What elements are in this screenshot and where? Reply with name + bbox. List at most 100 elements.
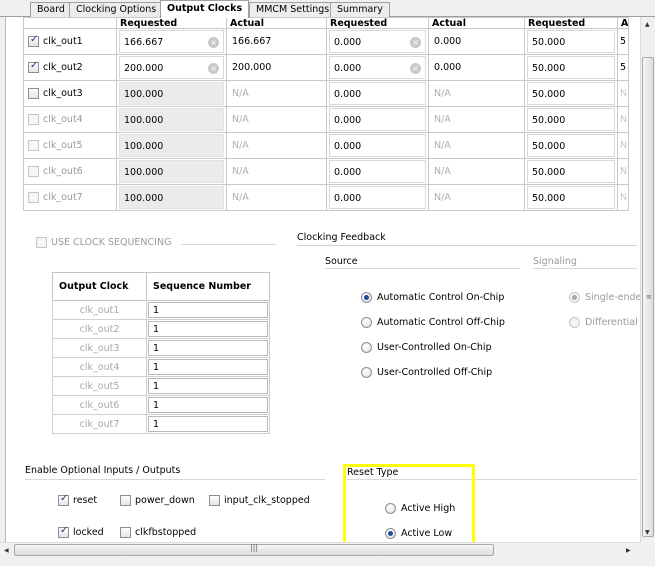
requested-duty-input[interactable]: 50.000 <box>527 108 615 131</box>
requested-frequency-input[interactable]: 200.000 × <box>119 56 224 79</box>
clock-enable-checkbox[interactable] <box>28 34 39 47</box>
requested-duty-cell: 50.000 <box>524 132 618 159</box>
clock-enable-checkbox[interactable] <box>28 88 39 99</box>
requested-phase-cell: 0.000 <box>326 106 429 133</box>
requested-frequency-input[interactable]: 100.000 <box>119 108 224 131</box>
clock-name-cell: clk_out2 <box>23 54 117 81</box>
sequence-number-input[interactable]: 1 <box>148 416 268 432</box>
sequence-number-input[interactable]: 1 <box>148 397 268 413</box>
requested-duty-input[interactable]: 50.000 <box>527 30 615 53</box>
sequence-table-header: Output Clock Sequence Number <box>52 272 270 301</box>
arrow-left-icon[interactable]: ◀ <box>4 547 9 554</box>
requested-frequency-value: 100.000 <box>124 167 164 178</box>
clock-name: clk_out7 <box>43 192 83 203</box>
sequence-number-cell: 1 <box>146 414 270 434</box>
radio-differential[interactable]: Differential <box>569 317 638 328</box>
requested-phase-cell: 0.000 <box>326 184 429 211</box>
radio-active-high[interactable]: Active High <box>385 503 455 514</box>
requested-frequency-input[interactable]: 100.000 <box>119 186 224 209</box>
requested-frequency-value: 100.000 <box>124 141 164 152</box>
radio-active-low[interactable]: Active Low <box>385 528 452 539</box>
requested-frequency-input[interactable]: 100.000 <box>119 134 224 157</box>
tab-mmcm-settings[interactable]: MMCM Settings <box>249 2 337 17</box>
actual-value: N/A <box>428 132 525 159</box>
clear-icon[interactable]: × <box>410 63 421 74</box>
horizontal-scrollbar[interactable]: ◀ ||| ▶ <box>0 542 640 557</box>
checkbox[interactable] <box>58 525 69 538</box>
requested-phase-input[interactable]: 0.000 <box>329 108 426 131</box>
radio-button[interactable] <box>361 367 372 378</box>
radio-user-on-chip[interactable]: User-Controlled On-Chip <box>361 342 492 353</box>
clear-icon[interactable]: × <box>208 37 219 48</box>
sequence-row: clk_out1 1 <box>52 300 270 320</box>
tab-summary[interactable]: Summary <box>330 2 390 17</box>
requested-duty-input[interactable]: 50.000 <box>527 82 615 105</box>
tab-board[interactable]: Board <box>30 2 72 17</box>
output-clock-table: Requested Actual Requested Actual Reques… <box>23 17 630 211</box>
requested-freq-cell: 166.667 × <box>116 28 227 55</box>
requested-phase-input[interactable]: 0.000 × <box>329 56 426 79</box>
clock-enable-checkbox[interactable] <box>28 60 39 73</box>
checkbox-power-down[interactable]: power_down <box>120 495 195 506</box>
radio-automatic-on-chip[interactable]: Automatic Control On-Chip <box>361 292 504 303</box>
requested-phase-input[interactable]: 0.000 <box>329 186 426 209</box>
radio-button-selected[interactable] <box>385 528 396 539</box>
checkbox-input-clk-stopped[interactable]: input_clk_stopped <box>209 495 310 506</box>
sequence-number-input[interactable]: 1 <box>148 340 268 356</box>
requested-frequency-input[interactable]: 166.667 × <box>119 30 224 53</box>
arrow-down-icon[interactable]: ▼ <box>645 529 650 536</box>
vertical-scroll-thumb[interactable]: ≡ <box>642 57 654 537</box>
requested-phase-cell: 0.000 <box>326 80 429 107</box>
sequence-number-input[interactable]: 1 <box>148 359 268 375</box>
requested-frequency-value: 200.000 <box>124 63 164 74</box>
radio-button[interactable] <box>385 503 396 514</box>
radio-user-off-chip[interactable]: User-Controlled Off-Chip <box>361 367 492 378</box>
radio-single-ended[interactable]: Single-ende <box>569 292 640 303</box>
sequence-number-input[interactable]: 1 <box>148 302 268 318</box>
requested-duty-input[interactable]: 50.000 <box>527 134 615 157</box>
requested-phase-input[interactable]: 0.000 × <box>329 30 426 53</box>
truncated-actual-value: 5 <box>616 28 630 55</box>
use-clock-sequencing-checkbox[interactable] <box>36 237 47 248</box>
clock-enable-checkbox[interactable] <box>28 166 39 177</box>
radio-automatic-off-chip[interactable]: Automatic Control Off-Chip <box>361 317 505 328</box>
requested-frequency-input[interactable]: 100.000 <box>119 82 224 105</box>
horizontal-scroll-thumb[interactable]: ||| <box>14 543 494 556</box>
requested-frequency-input[interactable]: 100.000 <box>119 160 224 183</box>
clock-enable-checkbox[interactable] <box>28 192 39 203</box>
requested-duty-input[interactable]: 50.000 <box>527 160 615 183</box>
radio-button[interactable] <box>361 342 372 353</box>
requested-duty-input[interactable]: 50.000 <box>527 186 615 209</box>
clock-enable-checkbox[interactable] <box>28 114 39 125</box>
tab-clocking-options[interactable]: Clocking Options <box>69 2 164 17</box>
requested-phase-input[interactable]: 0.000 <box>329 160 426 183</box>
checkbox[interactable] <box>58 493 69 506</box>
requested-duty-input[interactable]: 50.000 <box>527 56 615 79</box>
requested-phase-input[interactable]: 0.000 <box>329 134 426 157</box>
clear-icon[interactable]: × <box>410 37 421 48</box>
clock-enable-checkbox[interactable] <box>28 140 39 151</box>
requested-phase-value: 0.000 <box>334 193 362 204</box>
radio-button[interactable] <box>569 317 580 328</box>
checkbox[interactable] <box>120 527 131 538</box>
arrow-right-icon[interactable]: ▶ <box>626 547 631 554</box>
radio-button-selected[interactable] <box>361 292 372 303</box>
sequence-number-input[interactable]: 1 <box>148 378 268 394</box>
arrow-up-icon[interactable]: ▲ <box>645 21 650 28</box>
requested-duty-cell: 50.000 <box>524 28 618 55</box>
tab-output-clocks[interactable]: Output Clocks <box>160 0 250 18</box>
checkbox-reset[interactable]: reset <box>58 493 97 506</box>
actual-value: 200.000 <box>226 54 327 81</box>
radio-button[interactable] <box>361 317 372 328</box>
requested-phase-input[interactable]: 0.000 <box>329 82 426 105</box>
clock-name: clk_out1 <box>43 36 83 47</box>
checkbox[interactable] <box>209 495 220 506</box>
radio-button-selected[interactable] <box>569 292 580 303</box>
clear-icon[interactable]: × <box>208 63 219 74</box>
divider <box>25 479 325 480</box>
checkbox[interactable] <box>120 495 131 506</box>
sequence-number-input[interactable]: 1 <box>148 321 268 337</box>
vertical-scrollbar[interactable]: ▲ ≡ ▼ <box>640 17 655 542</box>
checkbox-clkfbstopped[interactable]: clkfbstopped <box>120 527 196 538</box>
checkbox-locked[interactable]: locked <box>58 525 104 538</box>
